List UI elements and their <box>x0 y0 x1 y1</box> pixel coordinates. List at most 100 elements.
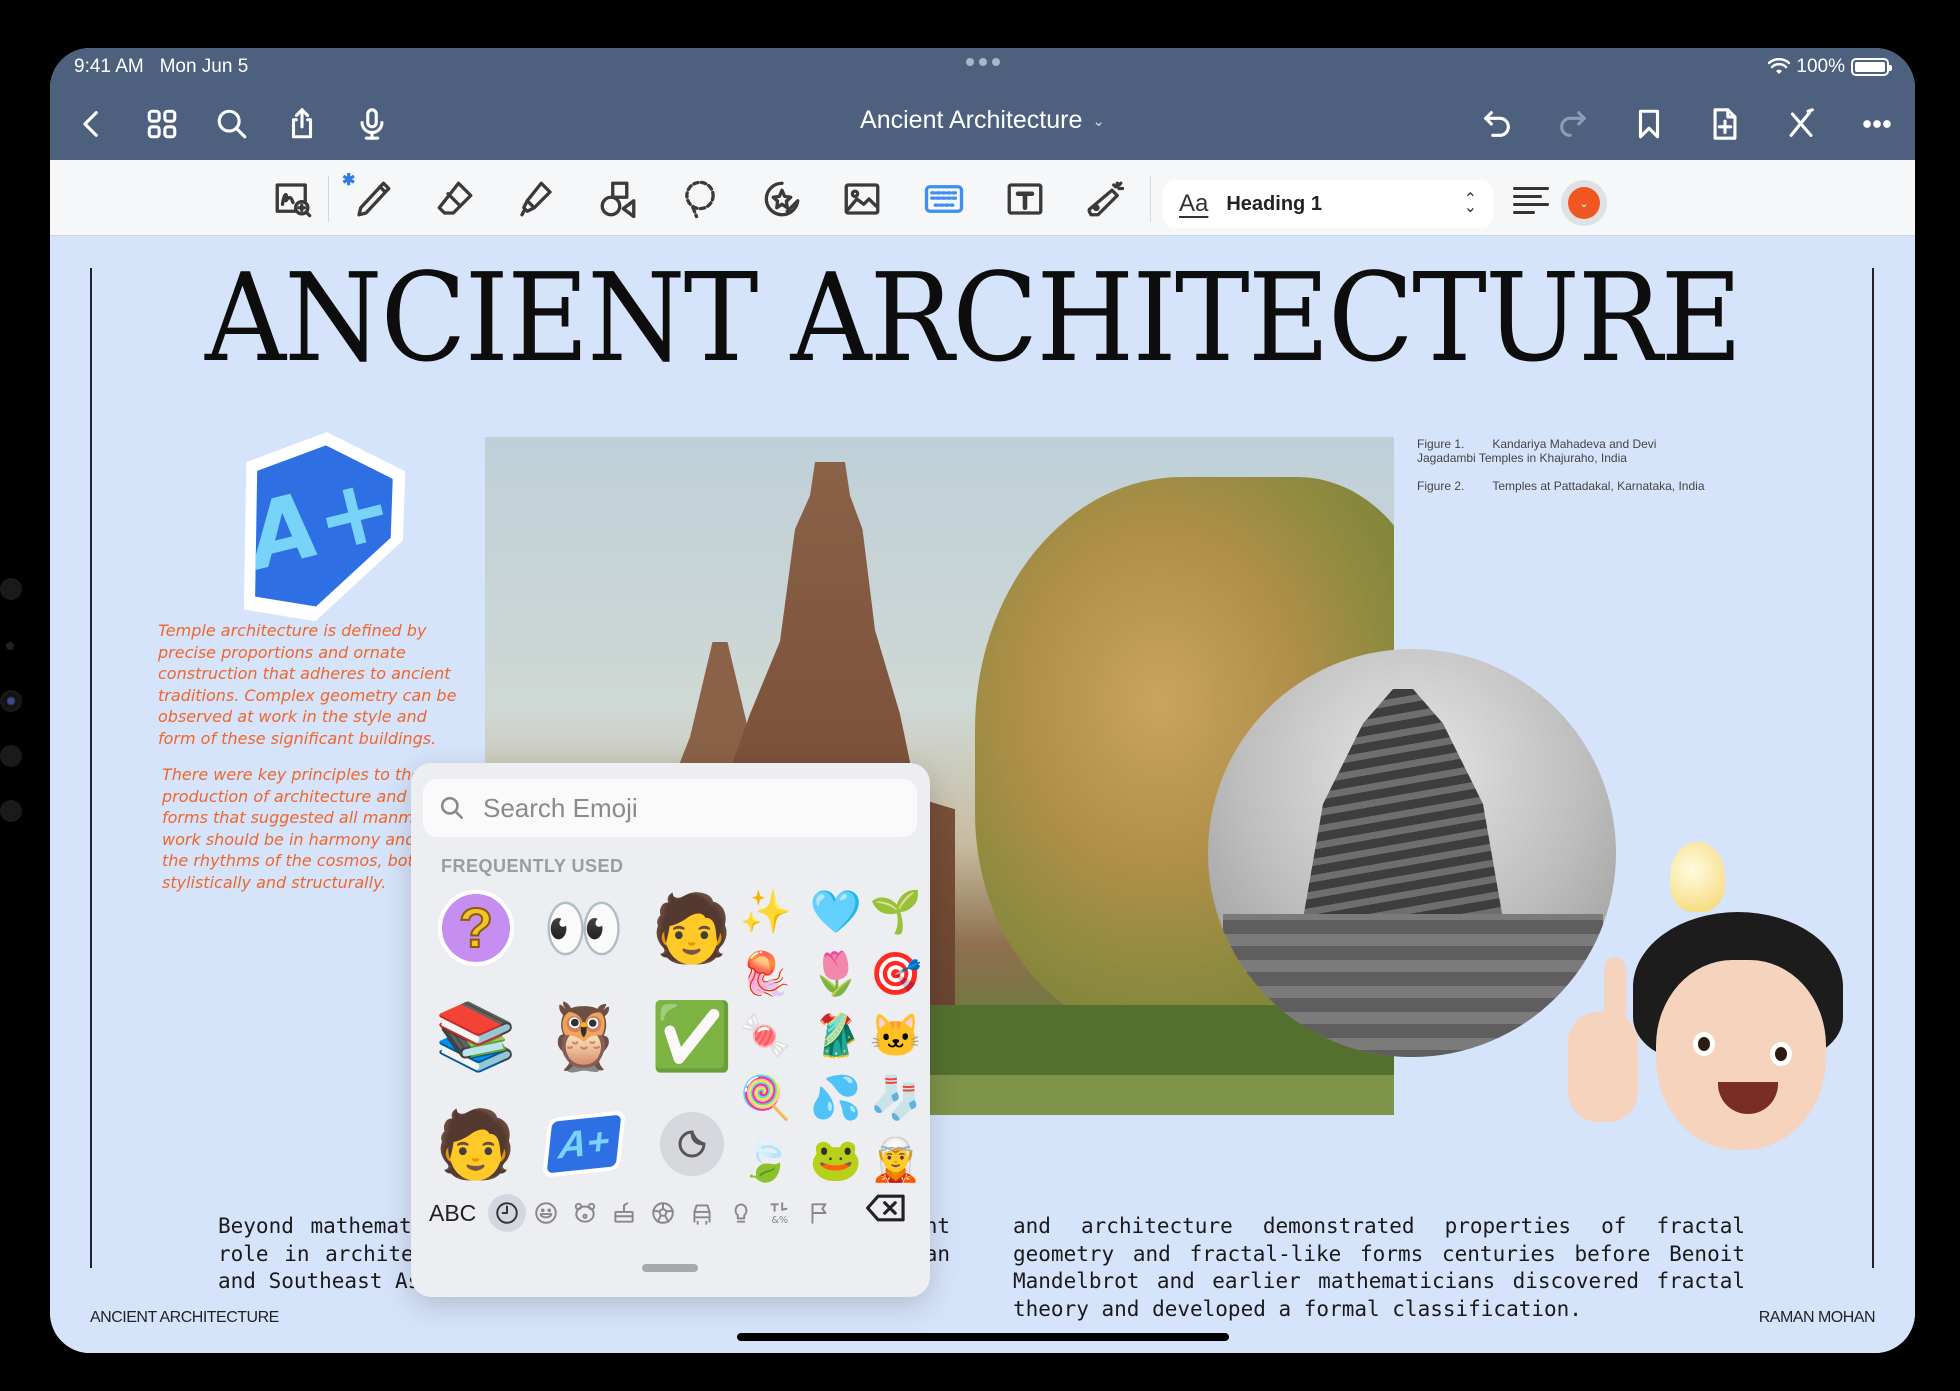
ipad-screen: 9:41 AM Mon Jun 5 100% Ancient Architect… <box>50 48 1915 1353</box>
left-margin-line <box>90 268 92 1268</box>
emoji-jellyfish[interactable]: 🪼 <box>737 945 795 1003</box>
microphone-icon[interactable] <box>352 104 392 144</box>
laser-pointer-tool[interactable] <box>1080 174 1130 224</box>
emoji-socks[interactable]: 🧦 <box>867 1069 925 1127</box>
wifi-icon <box>1768 58 1791 74</box>
pen-tool[interactable] <box>348 174 398 224</box>
emoji-eyes[interactable]: 👀 <box>539 883 629 973</box>
emoji-candy[interactable]: 🍬 <box>737 1007 795 1065</box>
battery-icon <box>1851 58 1892 76</box>
toolbar-separator <box>328 176 329 222</box>
status-time: 9:41 AM <box>74 56 144 77</box>
home-indicator[interactable] <box>737 1333 1229 1341</box>
emoji-tulip[interactable]: 🌷 <box>807 945 865 1003</box>
section-label-frequently-used: FREQUENTLY USED <box>441 856 624 876</box>
page-footer-title: ANCIENT ARCHITECTURE <box>90 1309 279 1326</box>
emoji-mind-blown-owl[interactable]: 🦉 <box>539 991 629 1081</box>
stickers-button[interactable] <box>647 1099 737 1189</box>
body-text-column-2[interactable]: and architecture demonstrated properties… <box>1013 1213 1745 1323</box>
page-heading[interactable]: ANCIENT ARCHITECTURE <box>205 247 1742 389</box>
stickers-tool[interactable] <box>757 174 807 224</box>
status-date: Mon Jun 5 <box>159 56 249 77</box>
category-recent-clock-icon[interactable] <box>488 1194 527 1232</box>
updown-chevron-icon: ⌃ ⌄ <box>1463 191 1477 216</box>
emoji-seedling[interactable]: 🌱 <box>867 883 925 941</box>
emoji-cat-face[interactable]: 🐱 <box>867 1007 925 1065</box>
delete-backspace-icon[interactable] <box>865 1191 911 1231</box>
category-flags-icon[interactable] <box>800 1194 838 1232</box>
note-page[interactable]: ANCIENT ARCHITECTURE Figure 1. Kandariya … <box>50 237 1915 1353</box>
back-icon[interactable] <box>72 104 112 144</box>
highlighter-tool[interactable] <box>511 174 561 224</box>
emoji-books[interactable]: 📚 <box>431 991 521 1081</box>
sticker-peel-icon <box>678 1130 706 1158</box>
handwritten-note[interactable]: Temple architecture is defined by precis… <box>158 620 468 749</box>
a-plus-sticker[interactable]: A+ <box>205 407 435 637</box>
category-smileys-icon[interactable] <box>527 1194 565 1232</box>
multitasking-menu[interactable] <box>965 58 1000 66</box>
more-icon[interactable] <box>1857 104 1897 144</box>
text-align-button[interactable] <box>1513 182 1549 222</box>
document-title: Ancient Architecture <box>860 106 1083 134</box>
emoji-picker-popover: FREQUENTLY USED ? 👀 🧑 📚 🦉 ✅ 🧑 A+ ✨ 🩵 🌱 🪼… <box>411 763 930 1297</box>
memoji-lightbulb-sticker[interactable] <box>1508 842 1868 1172</box>
search-icon[interactable] <box>212 104 252 144</box>
category-food-icon[interactable] <box>605 1194 643 1232</box>
shapes-tool[interactable] <box>593 174 643 224</box>
eraser-tool[interactable] <box>430 174 480 224</box>
status-indicators: 100% <box>1768 56 1892 78</box>
lasso-tool[interactable] <box>675 174 725 224</box>
temple-dome-shape <box>1303 689 1503 919</box>
close-toolbar-icon[interactable] <box>1781 104 1821 144</box>
picker-resize-handle[interactable] <box>642 1264 698 1272</box>
text-box-tool[interactable] <box>1000 174 1050 224</box>
add-page-icon[interactable] <box>1705 104 1745 144</box>
drawing-toolbar: ✱ Aa Heading 1 ⌃ ⌄ ⌄ <box>50 160 1915 236</box>
emoji-check-mark-button[interactable]: ✅ <box>647 991 737 1081</box>
emoji-sparkles[interactable]: ✨ <box>737 883 795 941</box>
page-footer-author: RAMAN MOHAN <box>1758 1309 1876 1326</box>
emoji-elf[interactable]: 🧝 <box>867 1131 925 1189</box>
bezel-sensor <box>0 800 22 822</box>
keyboard-tool[interactable] <box>919 174 969 224</box>
emoji-leaves[interactable]: 🍃 <box>737 1131 795 1189</box>
emoji-direct-hit[interactable]: 🎯 <box>867 945 925 1003</box>
lightbulb-icon <box>1670 842 1725 912</box>
emoji-light-blue-heart[interactable]: 🩵 <box>807 883 865 941</box>
undo-icon[interactable] <box>1477 104 1517 144</box>
emoji-question-pencil-sticker[interactable]: ? <box>431 883 521 973</box>
toolbar-separator <box>1150 176 1151 222</box>
text-color-button[interactable]: ⌄ <box>1561 180 1607 226</box>
emoji-search-field[interactable] <box>423 779 917 837</box>
emoji-lollipop[interactable]: 🍭 <box>737 1069 795 1127</box>
category-objects-lightbulb-icon[interactable] <box>722 1194 760 1232</box>
text-style-select[interactable]: Aa Heading 1 ⌃ ⌄ <box>1163 180 1493 228</box>
figure-caption: Figure 2. Temples at Pattadakal, Karnatak… <box>1417 479 1705 493</box>
grid-icon[interactable] <box>142 104 182 144</box>
battery-percent: 100% <box>1796 56 1845 77</box>
category-symbols-icon[interactable]: &% <box>761 1194 799 1232</box>
category-activity-icon[interactable] <box>644 1194 682 1232</box>
image-tool[interactable] <box>837 174 887 224</box>
abc-keyboard-button[interactable]: ABC <box>429 1200 476 1227</box>
emoji-sweat-droplets[interactable]: 💦 <box>807 1069 865 1127</box>
document-title-menu[interactable]: Ancient Architecture ⌄ <box>860 106 1105 135</box>
svg-text:&%: &% <box>772 1215 789 1226</box>
zoom-window-tool[interactable] <box>268 174 318 224</box>
emoji-search-input[interactable] <box>483 792 883 824</box>
category-travel-icon[interactable] <box>683 1194 721 1232</box>
emoji-memoji-heart-hands[interactable]: 🧑 <box>431 1099 521 1189</box>
redo-icon[interactable] <box>1553 104 1593 144</box>
emoji-sari[interactable]: 🥻 <box>807 1007 865 1065</box>
search-icon <box>440 796 464 820</box>
figure-caption: Figure 1. Kandariya Mahadeva and Devi Jag… <box>1417 437 1657 465</box>
emoji-a-plus-sticker[interactable]: A+ <box>539 1099 629 1189</box>
bookmark-icon[interactable] <box>1629 104 1669 144</box>
category-animals-icon[interactable] <box>566 1194 604 1232</box>
right-margin-line <box>1872 268 1874 1268</box>
bezel-sensor <box>0 745 22 767</box>
emoji-frog[interactable]: 🐸 <box>807 1131 865 1189</box>
chevron-down-icon: ⌄ <box>1092 112 1105 130</box>
emoji-memoji-lightbulb[interactable]: 🧑 <box>647 883 737 973</box>
share-icon[interactable] <box>282 104 322 144</box>
